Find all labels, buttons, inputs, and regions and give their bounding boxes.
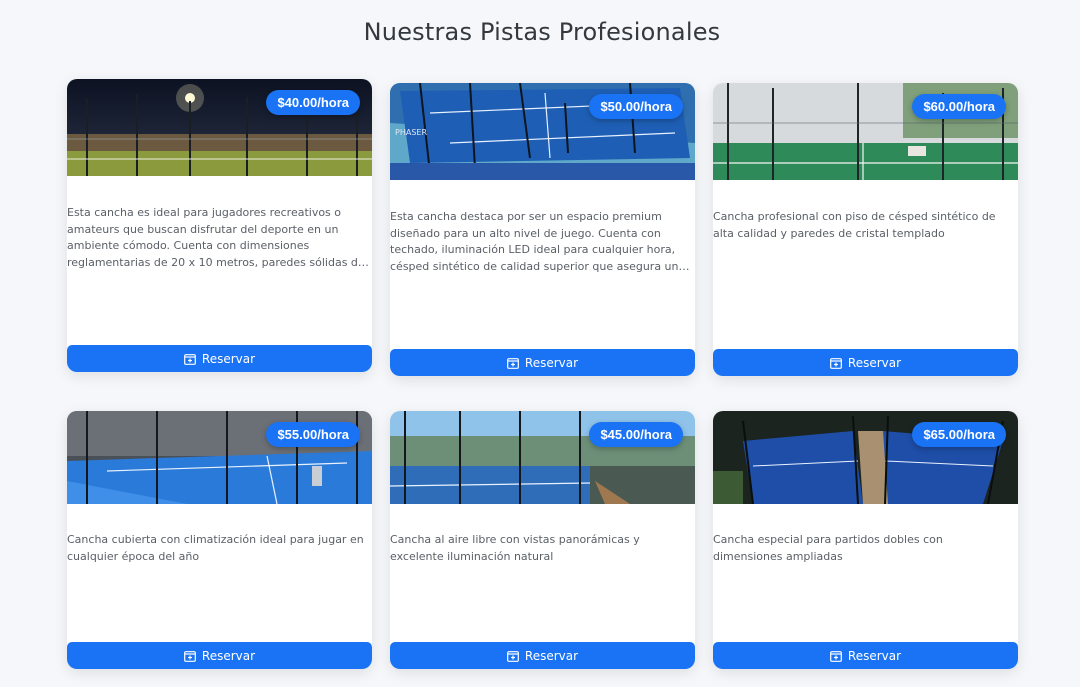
court-card: $40.00/hora Esta cancha es ideal para ju…: [67, 79, 372, 372]
court-image-covered-hall: $55.00/hora: [67, 411, 372, 508]
court-image-blue-indoor: PHASER $50.00/hora: [390, 83, 695, 180]
reserve-button-label: Reservar: [201, 351, 256, 366]
court-card: $60.00/hora Cancha profesional con piso …: [713, 83, 1018, 376]
price-badge: $50.00/hora: [589, 94, 683, 119]
court-description: Cancha profesional con piso de césped si…: [713, 210, 996, 240]
price-badge: $45.00/hora: [589, 422, 683, 447]
reserve-button-label: Reservar: [847, 355, 902, 370]
court-card: $45.00/hora Cancha al aire libre con vis…: [390, 411, 695, 669]
court-description: Cancha al aire libre con vistas panorámi…: [390, 533, 640, 563]
calendar-plus-icon: [507, 357, 519, 369]
reserve-button[interactable]: Reservar: [713, 349, 1018, 376]
court-image-open-air: $45.00/hora: [390, 411, 695, 508]
reserve-button[interactable]: Reservar: [67, 642, 372, 669]
calendar-plus-icon: [184, 650, 196, 662]
calendar-plus-icon: [830, 357, 842, 369]
calendar-plus-icon: [184, 353, 196, 365]
court-image-double-courts: $65.00/hora: [713, 411, 1018, 508]
court-description: Esta cancha es ideal para jugadores recr…: [67, 206, 365, 269]
court-card: $65.00/hora Cancha especial para partido…: [713, 411, 1018, 669]
calendar-plus-icon: [507, 650, 519, 662]
reserve-button-label: Reservar: [201, 648, 256, 663]
reserve-button[interactable]: Reservar: [67, 345, 372, 372]
reserve-button[interactable]: Reservar: [713, 642, 1018, 669]
price-badge: $65.00/hora: [912, 422, 1006, 447]
price-badge: $60.00/hora: [912, 94, 1006, 119]
reserve-button[interactable]: Reservar: [390, 349, 695, 376]
court-card: PHASER $50.00/hora Esta cancha destaca p…: [390, 83, 695, 376]
price-badge: $55.00/hora: [266, 422, 360, 447]
reserve-button-label: Reservar: [847, 648, 902, 663]
calendar-plus-icon: [830, 650, 842, 662]
svg-text:PHASER: PHASER: [395, 128, 427, 137]
court-description: Esta cancha destaca por ser un espacio p…: [390, 210, 679, 273]
court-card: $55.00/hora Cancha cubierta con climatiz…: [67, 411, 372, 669]
reserve-button-label: Reservar: [524, 355, 579, 370]
page-title: Nuestras Pistas Profesionales: [363, 18, 721, 46]
court-image-night-outdoor: $40.00/hora: [67, 79, 372, 176]
court-description: Cancha cubierta con climatización ideal …: [67, 533, 364, 563]
price-badge: $40.00/hora: [266, 90, 360, 115]
courts-page: Nuestras Pistas Profesionales $40.00/hor…: [0, 0, 1080, 687]
court-image-green-outdoor: $60.00/hora: [713, 83, 1018, 180]
reserve-button[interactable]: Reservar: [390, 642, 695, 669]
reserve-button-label: Reservar: [524, 648, 579, 663]
court-description: Cancha especial para partidos dobles con…: [713, 533, 943, 563]
